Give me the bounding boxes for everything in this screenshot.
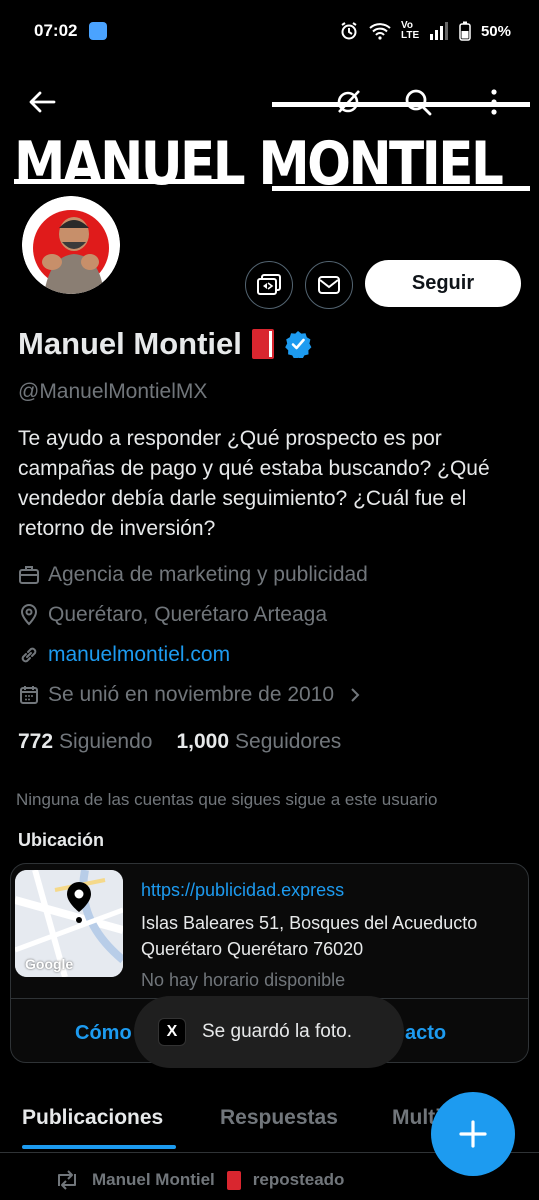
active-tab-indicator <box>22 1145 176 1149</box>
location-pin-icon <box>20 604 38 626</box>
profile-website: manuelmontiel.com <box>18 643 230 667</box>
network-label: Vo LTE <box>400 20 420 41</box>
signal-icon <box>429 22 448 40</box>
tab-posts[interactable]: Publicaciones <box>22 1106 163 1130</box>
repost-indicator: Manuel Montiel reposteado <box>54 1170 344 1190</box>
following-label: Siguiendo <box>59 730 153 753</box>
battery-icon <box>459 21 471 41</box>
map-thumbnail[interactable]: Google <box>15 870 123 977</box>
calendar-icon <box>20 686 38 704</box>
avatar-image <box>22 196 120 294</box>
toast-text: Se guardó la foto. <box>202 1021 352 1042</box>
repost-author[interactable]: Manuel Montiel <box>92 1170 215 1190</box>
alarm-icon <box>341 22 357 40</box>
search-icon[interactable] <box>400 84 436 120</box>
contact-button[interactable]: acto <box>405 1022 446 1045</box>
subscribe-button[interactable] <box>245 261 293 309</box>
location-section-title: Ubicación <box>18 830 105 850</box>
banner-title: MANUEL MONTIEL <box>14 129 504 199</box>
address-line-1: Islas Baleares 51, Bosques del Acueducto <box>141 913 478 933</box>
verified-badge-icon[interactable] <box>284 330 312 358</box>
profile-joined[interactable]: Se unió en noviembre de 2010 <box>18 683 362 707</box>
repost-icon <box>58 1170 76 1190</box>
weather-icon <box>89 22 108 40</box>
grok-icon[interactable] <box>330 84 366 120</box>
address-line-2: Querétaro Querétaro 76020 <box>141 939 364 959</box>
briefcase-icon <box>19 566 39 584</box>
location-text: Querétaro, Querétaro Arteaga <box>48 603 327 626</box>
mail-icon <box>318 276 340 294</box>
website-link[interactable]: manuelmontiel.com <box>48 643 230 667</box>
followers-link[interactable]: 1,000 Seguidores <box>176 730 341 754</box>
map-google-label: Google <box>25 956 74 972</box>
profile-bio: Te ayudo a responder ¿Qué prospecto es p… <box>18 427 490 540</box>
plus-icon <box>459 1120 487 1148</box>
followers-count: 1,000 <box>176 730 230 753</box>
more-vertical-icon[interactable] <box>476 84 512 120</box>
joined-text: Se unió en noviembre de 2010 <box>48 683 335 706</box>
battery-percent: 50% <box>480 22 511 40</box>
directions-button[interactable]: Cómo <box>75 1022 132 1045</box>
location-address: Islas Baleares 51, Bosques del Acueducto… <box>141 910 477 962</box>
toast-notification: X Se guardó la foto. <box>134 996 404 1068</box>
followers-label: Seguidores <box>235 730 342 753</box>
not-followed-note: Ninguna de las cuentas que sigues sigue … <box>16 790 438 809</box>
message-button[interactable] <box>305 261 353 309</box>
avatar[interactable] <box>18 192 124 298</box>
follow-button[interactable]: Seguir <box>365 260 521 307</box>
wifi-icon <box>369 23 391 40</box>
status-time: 07:02 <box>34 21 78 40</box>
compose-fab[interactable] <box>431 1092 515 1176</box>
book-emoji-icon <box>251 329 274 359</box>
following-link[interactable]: 772 Siguiendo <box>18 730 152 754</box>
category-text: Agencia de marketing y publicidad <box>48 563 368 586</box>
location-url[interactable]: https://publicidad.express <box>141 880 344 901</box>
profile-name-row: Manuel Montiel <box>18 326 312 362</box>
status-bar: 07:02 Vo LTE 50% <box>0 0 539 62</box>
subscribe-icon <box>257 274 281 295</box>
repost-suffix: reposteado <box>252 1170 345 1189</box>
back-arrow-icon[interactable] <box>24 84 60 120</box>
chevron-right-icon <box>351 688 360 702</box>
profile-location: Querétaro, Querétaro Arteaga <box>18 603 327 627</box>
status-icons: Vo LTE 50% <box>339 21 511 41</box>
profile-name: Manuel Montiel <box>18 326 242 361</box>
link-icon <box>21 647 37 663</box>
top-actions <box>0 84 539 124</box>
location-hours: No hay horario disponible <box>141 970 346 990</box>
tab-replies[interactable]: Respuestas <box>220 1106 338 1130</box>
book-emoji-icon <box>226 1170 241 1190</box>
x-logo-icon: X <box>158 1018 186 1046</box>
follow-stats: 772 Siguiendo 1,000 Seguidores <box>18 730 341 754</box>
profile-handle: @ManuelMontielMX <box>18 380 208 403</box>
profile-category: Agencia de marketing y publicidad <box>18 563 368 587</box>
following-count: 772 <box>18 730 54 753</box>
